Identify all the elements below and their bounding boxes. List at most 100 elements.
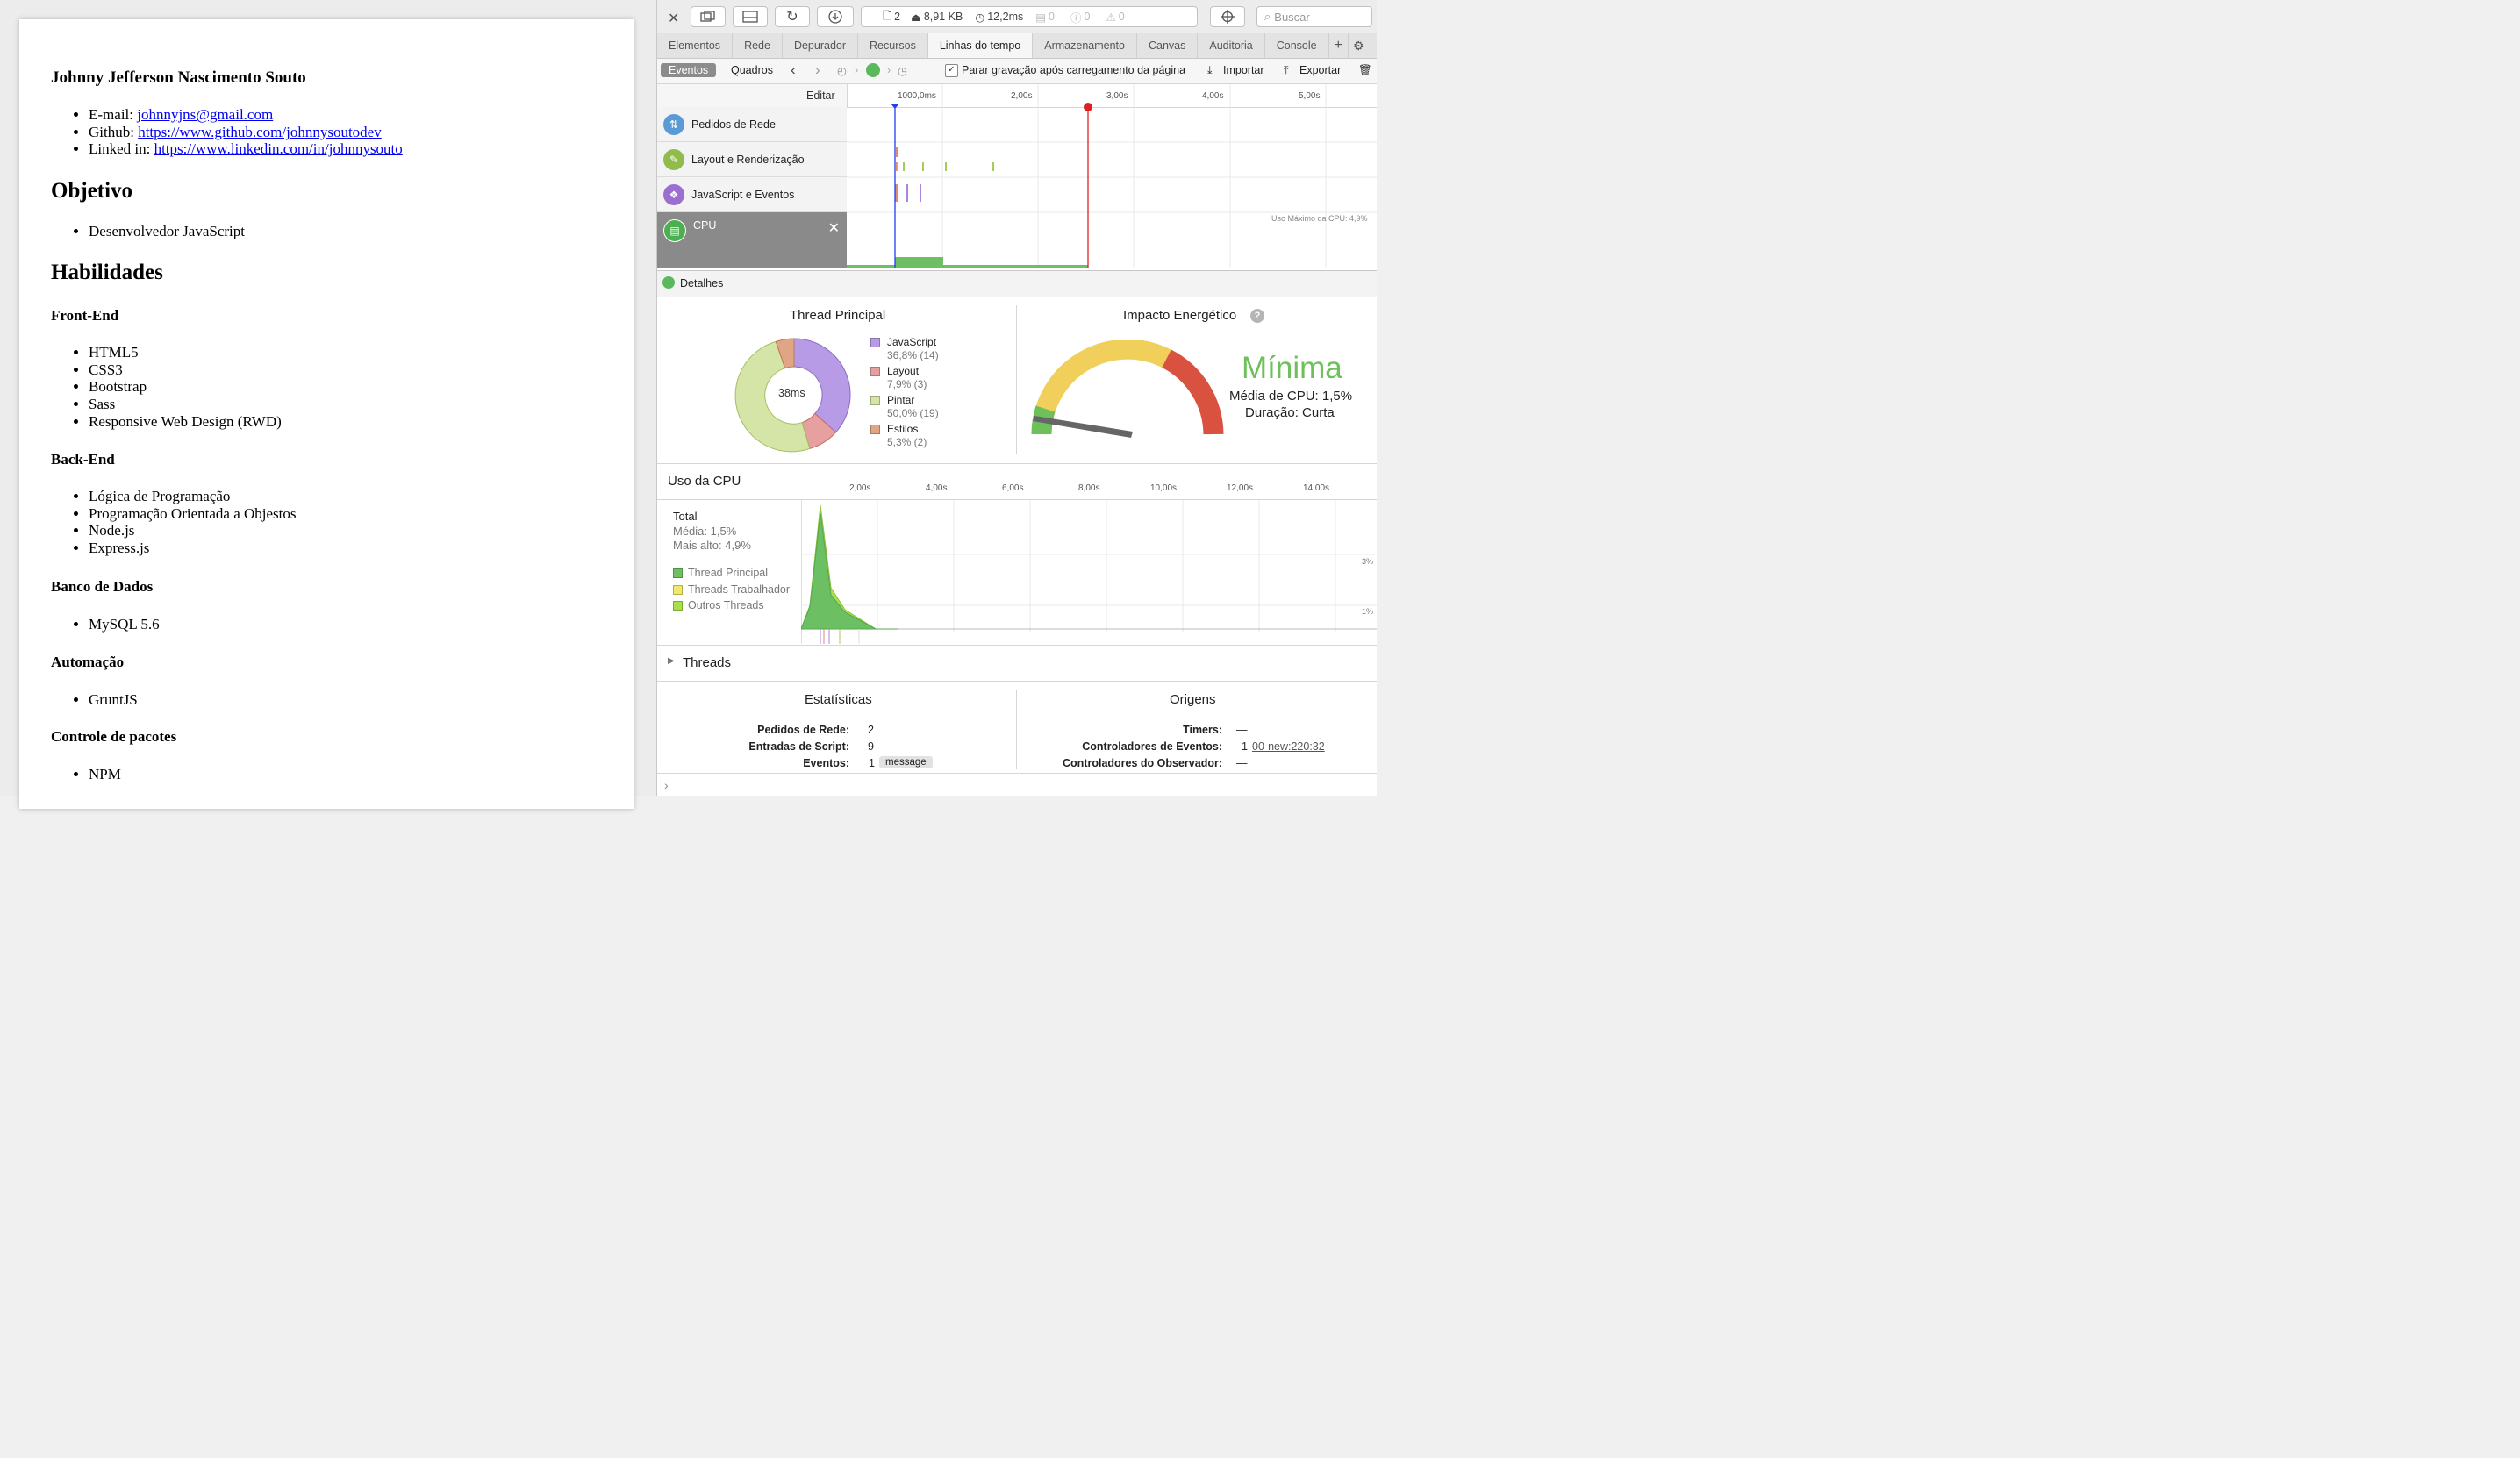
objective-list: Desenvolvedor JavaScript [51, 223, 245, 240]
clock-icon[interactable]: ◷ [898, 64, 907, 77]
tab-auditoria[interactable]: Auditoria [1198, 33, 1265, 58]
cpu-usage-chart [801, 500, 1377, 644]
gear-icon[interactable]: ⚙ [1349, 33, 1369, 58]
events-mode-button[interactable]: Eventos [661, 63, 717, 77]
download-button[interactable] [817, 6, 854, 27]
frontend-list: HTML5 CSS3 Bootstrap Sass Responsive Web… [51, 344, 282, 431]
tab-linhas-do-tempo[interactable]: Linhas do tempo [927, 33, 1034, 58]
close-icon[interactable]: ✕ [828, 219, 840, 237]
event-badge[interactable]: message [879, 756, 933, 768]
row-cpu[interactable]: ▤ CPU ✕ [657, 212, 847, 268]
tab-canvas[interactable]: Canvas [1137, 33, 1199, 58]
warning-icon: ⚠ [1106, 11, 1116, 24]
legend-stat: 5,3% (2) [887, 436, 927, 448]
gauge-arc-high [1161, 349, 1224, 435]
timer-icon[interactable]: ◴ [837, 64, 847, 77]
cpu-icon [662, 276, 675, 289]
tab-depurador[interactable]: Depurador [783, 33, 859, 58]
tab-recursos[interactable]: Recursos [858, 33, 928, 58]
timeline-graph [847, 84, 1377, 268]
row-javascript-events[interactable]: ❖ JavaScript e Eventos [657, 177, 847, 212]
legend-swatch [870, 396, 880, 405]
cpu-y-label-3: 3% [1362, 557, 1374, 566]
chevron-right-icon[interactable]: › [815, 61, 820, 79]
cpu-details-summary: Thread Principal 38ms JavaScript 36,8% (… [657, 297, 1377, 464]
import-button[interactable]: Importar [1223, 64, 1264, 76]
tab-rede[interactable]: Rede [733, 33, 783, 58]
legend-swatch [870, 338, 880, 347]
origins-title: Origens [1170, 692, 1216, 707]
stop-recording-checkbox[interactable]: ✓ [945, 64, 958, 77]
email-link[interactable]: johnnyjns@gmail.com [137, 106, 273, 123]
timeline-overview: ⇅ Pedidos de Rede ✎ Layout e Renderizaçã… [657, 84, 1377, 270]
web-inspector: ✕ ↻ 🗋 2 ⏏ 8,91 KB ◷ 12,2ms ▤ 0 ⓘ 0 ⚠ 0 ⌕… [656, 0, 1377, 796]
help-icon[interactable]: ? [1250, 309, 1264, 323]
cpu-icon[interactable] [866, 63, 880, 77]
tab-elementos[interactable]: Elementos [657, 33, 734, 58]
chevron-left-icon[interactable]: ‹ [791, 61, 796, 79]
origin-label: Controladores de Eventos: [1082, 740, 1222, 753]
stop-recording-label: Parar gravação após carregamento da pági… [962, 64, 1186, 76]
backend-heading: Back-End [51, 451, 115, 468]
contact-list: E-mail: johnnyjns@gmail.com Github: http… [51, 106, 403, 158]
close-icon[interactable]: ✕ [668, 10, 679, 27]
thread-principal-title: Thread Principal [790, 308, 886, 323]
row-network-requests[interactable]: ⇅ Pedidos de Rede [657, 107, 847, 142]
cpu-max-label: Mais alto: 4,9% [673, 539, 751, 552]
github-link[interactable]: https://www.github.com/johnnysoutodev [138, 124, 382, 140]
cpu-total-label: Total [673, 510, 698, 523]
stats-title: Estatísticas [805, 692, 872, 707]
console-prompt[interactable]: › [657, 774, 1377, 796]
legend-swatch [673, 601, 683, 611]
list-item: Github: https://www.github.com/johnnysou… [89, 124, 403, 141]
objective-heading: Objetivo [51, 179, 133, 203]
export-icon[interactable]: ⤒ [1284, 64, 1289, 77]
list-item: Sass [89, 396, 282, 413]
paintbrush-icon: ✎ [663, 148, 684, 170]
stat-value: 1 [869, 757, 875, 769]
main-thread-area [801, 512, 877, 630]
import-icon[interactable]: ⤓ [1207, 64, 1213, 77]
legend-stat: 50,0% (19) [887, 407, 939, 419]
list-item: E-mail: johnnyjns@gmail.com [89, 106, 403, 124]
list-item: Express.js [89, 540, 297, 557]
cpu-avg-label: Média: 1,5% [673, 525, 737, 538]
list-item: NPM [89, 766, 121, 783]
tab-armazenamento[interactable]: Armazenamento [1033, 33, 1137, 58]
stat-label: Pedidos de Rede: [757, 724, 849, 736]
status-summary: 🗋 2 ⏏ 8,91 KB ◷ 12,2ms ▤ 0 ⓘ 0 ⚠ 0 [861, 6, 1198, 27]
cpu-tick: 12,00s [1227, 483, 1254, 493]
reload-button[interactable]: ↻ [775, 6, 810, 27]
network-mark [896, 147, 898, 157]
frames-mode-button[interactable]: Quadros [731, 64, 773, 76]
legend-label: Threads Trabalhador [688, 583, 791, 596]
origin-value: — [1236, 757, 1248, 769]
tab-console[interactable]: Console [1265, 33, 1329, 58]
row-layout-rendering[interactable]: ✎ Layout e Renderização [657, 142, 847, 177]
undock-button[interactable] [691, 6, 726, 27]
cpu-bar [895, 257, 943, 268]
threads-disclosure[interactable]: ▶ Threads [657, 646, 1377, 682]
legend-swatch [870, 425, 880, 434]
database-list: MySQL 5.6 [51, 616, 160, 633]
download-icon [828, 10, 842, 24]
add-tab-icon[interactable]: + [1329, 33, 1349, 58]
search-input[interactable]: ⌕ Buscar [1256, 6, 1372, 27]
cpu-usage-section: Uso da CPU 2,00s 4,00s 6,00s 8,00s 10,00… [657, 464, 1377, 646]
document-icon: 🗋 [883, 9, 892, 22]
list-item: Lógica de Programação [89, 488, 297, 505]
database-heading: Banco de Dados [51, 578, 154, 595]
dock-bottom-button[interactable] [733, 6, 768, 27]
automation-heading: Automação [51, 654, 125, 670]
linkedin-link[interactable]: https://www.linkedin.com/in/johnnysouto [154, 140, 403, 157]
inspect-element-button[interactable] [1210, 6, 1245, 27]
export-button[interactable]: Exportar [1299, 64, 1341, 76]
edit-button[interactable]: Editar [806, 89, 835, 102]
clock-icon: ◷ [975, 11, 985, 24]
event-listener-link[interactable]: 00-new:220:32 [1252, 740, 1325, 753]
trash-icon[interactable]: 🗑 [1358, 64, 1372, 77]
chevron-right-icon: › [664, 778, 669, 792]
triangle-right-icon[interactable]: ▶ [668, 656, 675, 666]
legend-label: Thread Principal [688, 567, 769, 579]
timeline-subbar: Eventos Quadros ‹ › ◴ › › ◷ ✓ Parar grav… [657, 59, 1377, 84]
